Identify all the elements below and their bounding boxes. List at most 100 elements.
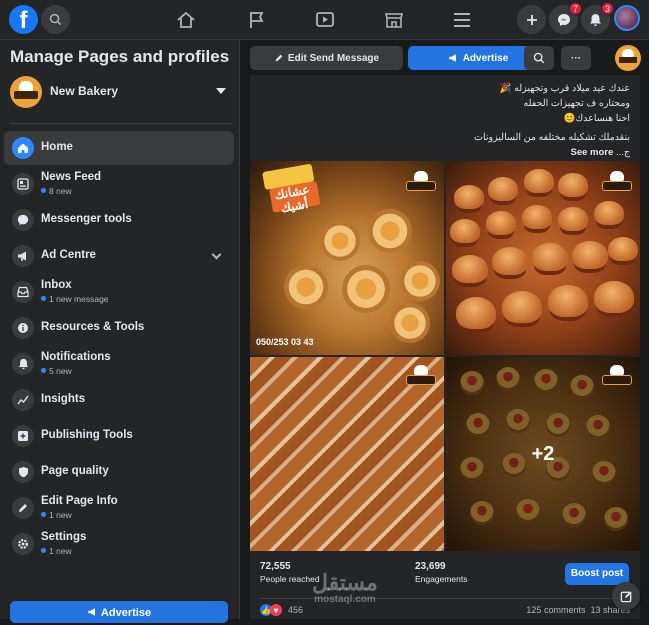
sidebar-item-news-feed[interactable]: News Feed 8 new xyxy=(4,167,234,201)
sidebar-item-inbox[interactable]: Inbox 1 new message xyxy=(4,275,234,309)
pages-nav[interactable] xyxy=(245,8,269,32)
sidebar-item-messenger-tools[interactable]: Messenger tools xyxy=(4,203,234,237)
sidebar-item-label: Messenger tools xyxy=(41,213,132,225)
search-button[interactable] xyxy=(41,5,70,34)
create-button[interactable] xyxy=(517,5,546,34)
home-icon xyxy=(12,137,34,159)
pencil-icon xyxy=(275,54,283,62)
info-icon xyxy=(12,317,34,339)
sidebar-item-label: Edit Page Info xyxy=(41,495,118,507)
edit-send-message-button[interactable]: Edit Send Message xyxy=(250,46,403,70)
compose-icon xyxy=(620,590,632,602)
toolbar-search-button[interactable] xyxy=(524,46,554,70)
watch-nav[interactable] xyxy=(313,8,337,32)
sidebar-item-resources-tools[interactable]: Resources & Tools xyxy=(4,311,234,345)
post-photo-3[interactable] xyxy=(250,357,444,551)
post-card: عندك عيد ميلاد قرب وتجهيزله 🎉 ومحتاره ف … xyxy=(250,75,640,619)
sidebar-item-label: Ad Centre xyxy=(41,249,96,261)
publishing-icon xyxy=(12,425,34,447)
top-navigation-bar: f 7 3 xyxy=(0,0,649,40)
megaphone-icon xyxy=(12,245,34,267)
account-avatar[interactable] xyxy=(614,5,640,31)
sidebar-divider xyxy=(10,123,232,124)
sidebar-item-label: Inbox xyxy=(41,279,72,291)
page-toolbar: Edit Send Message Advertise ··· xyxy=(241,40,649,75)
sidebar-item-sub: 1 new xyxy=(41,510,72,520)
notifications-badge: 3 xyxy=(600,2,614,15)
engagements-value: 23,699 xyxy=(415,561,446,572)
notifications-button[interactable]: 3 xyxy=(581,2,614,34)
chevron-down-icon[interactable] xyxy=(211,249,222,260)
people-reached-value: 72,555 xyxy=(260,561,291,572)
watermark-arabic: مستقل xyxy=(312,570,378,595)
sidebar-item-publishing-tools[interactable]: Publishing Tools xyxy=(4,419,234,453)
reactions-summary[interactable]: 👍 ♥ 456 xyxy=(260,603,303,617)
post-photo-1[interactable]: عشانك أشيك 050/253 03 43 xyxy=(250,161,444,355)
sidebar-item-insights[interactable]: Insights xyxy=(4,383,234,417)
messenger-badge: 7 xyxy=(568,2,582,15)
search-icon xyxy=(533,52,545,64)
new-message-button[interactable] xyxy=(612,582,640,610)
marketplace-icon xyxy=(384,13,404,28)
boost-post-button[interactable]: Boost post xyxy=(565,563,629,585)
menu-icon xyxy=(454,13,470,27)
advertise-label: Advertise xyxy=(462,52,509,64)
megaphone-icon xyxy=(88,608,95,616)
caption-line-last: ج... See more xyxy=(260,145,630,160)
see-more-link[interactable]: See more xyxy=(571,147,614,158)
news-feed-icon xyxy=(12,173,34,195)
messenger-button[interactable]: 7 xyxy=(549,2,582,34)
sidebar-advertise-button[interactable]: Advertise xyxy=(10,601,228,623)
more-options-label: ··· xyxy=(571,52,581,64)
bakery-logo-stamp xyxy=(600,171,634,197)
messenger-icon xyxy=(557,13,570,26)
messenger-icon xyxy=(12,209,34,231)
shield-icon xyxy=(12,461,34,483)
sidebar-item-label: News Feed xyxy=(41,171,102,183)
watermark: مستقل mostaql.com xyxy=(312,570,378,606)
post-caption: عندك عيد ميلاد قرب وتجهيزله 🎉 ومحتاره ف … xyxy=(260,81,630,160)
inbox-icon xyxy=(12,281,34,303)
bell-icon xyxy=(12,353,34,375)
sidebar-item-label: Home xyxy=(41,141,73,153)
love-icon: ♥ xyxy=(270,604,282,616)
comment-share-counts: 125 comments 13 shares xyxy=(526,605,630,615)
caption-line: احنا هنساعدك😊 xyxy=(563,113,630,124)
sidebar-item-label: Settings xyxy=(41,531,87,543)
post-photo-2[interactable] xyxy=(446,161,640,355)
sidebar-item-ad-centre[interactable]: Ad Centre xyxy=(4,239,234,273)
marketplace-nav[interactable] xyxy=(382,8,406,32)
gear-icon xyxy=(12,533,34,555)
post-photo-4[interactable]: +2 xyxy=(446,357,640,551)
facebook-logo[interactable]: f xyxy=(9,5,38,34)
manage-pages-sidebar: Manage Pages and profiles New Bakery Hom… xyxy=(0,40,240,623)
home-icon xyxy=(177,11,195,28)
people-reached-label: People reached xyxy=(260,574,320,584)
sidebar-item-notifications[interactable]: Notifications 5 new xyxy=(4,347,234,381)
page-avatar-switcher[interactable] xyxy=(615,45,641,71)
bakery-logo-stamp xyxy=(404,171,438,197)
page-avatar xyxy=(10,76,42,108)
megaphone-icon xyxy=(449,54,456,62)
menu-nav[interactable] xyxy=(450,8,474,32)
plus-icon xyxy=(526,14,537,25)
more-options-button[interactable]: ··· xyxy=(561,46,591,70)
flag-icon xyxy=(250,12,264,28)
sidebar-item-page-quality[interactable]: Page quality xyxy=(4,455,234,489)
caption-line: ج... xyxy=(615,147,630,158)
sidebar-item-sub: 1 new xyxy=(41,546,72,556)
engagements-label: Engagements xyxy=(415,574,468,584)
home-nav[interactable] xyxy=(174,8,198,32)
page-switcher[interactable]: New Bakery xyxy=(10,76,232,110)
sidebar-item-settings[interactable]: Settings 1 new xyxy=(4,527,234,561)
sidebar-item-label: Insights xyxy=(41,393,86,405)
sidebar-item-home[interactable]: Home xyxy=(4,131,234,165)
pencil-icon xyxy=(12,497,34,519)
edit-send-message-label: Edit Send Message xyxy=(287,52,380,64)
sidebar-item-edit-page-info[interactable]: Edit Page Info 1 new xyxy=(4,491,234,525)
sidebar-item-label: Page quality xyxy=(41,465,109,477)
sidebar-item-label: Publishing Tools xyxy=(41,429,133,441)
advertise-label: Advertise xyxy=(100,607,152,619)
caret-down-icon xyxy=(216,88,226,94)
comments-count[interactable]: 125 comments xyxy=(526,605,585,615)
